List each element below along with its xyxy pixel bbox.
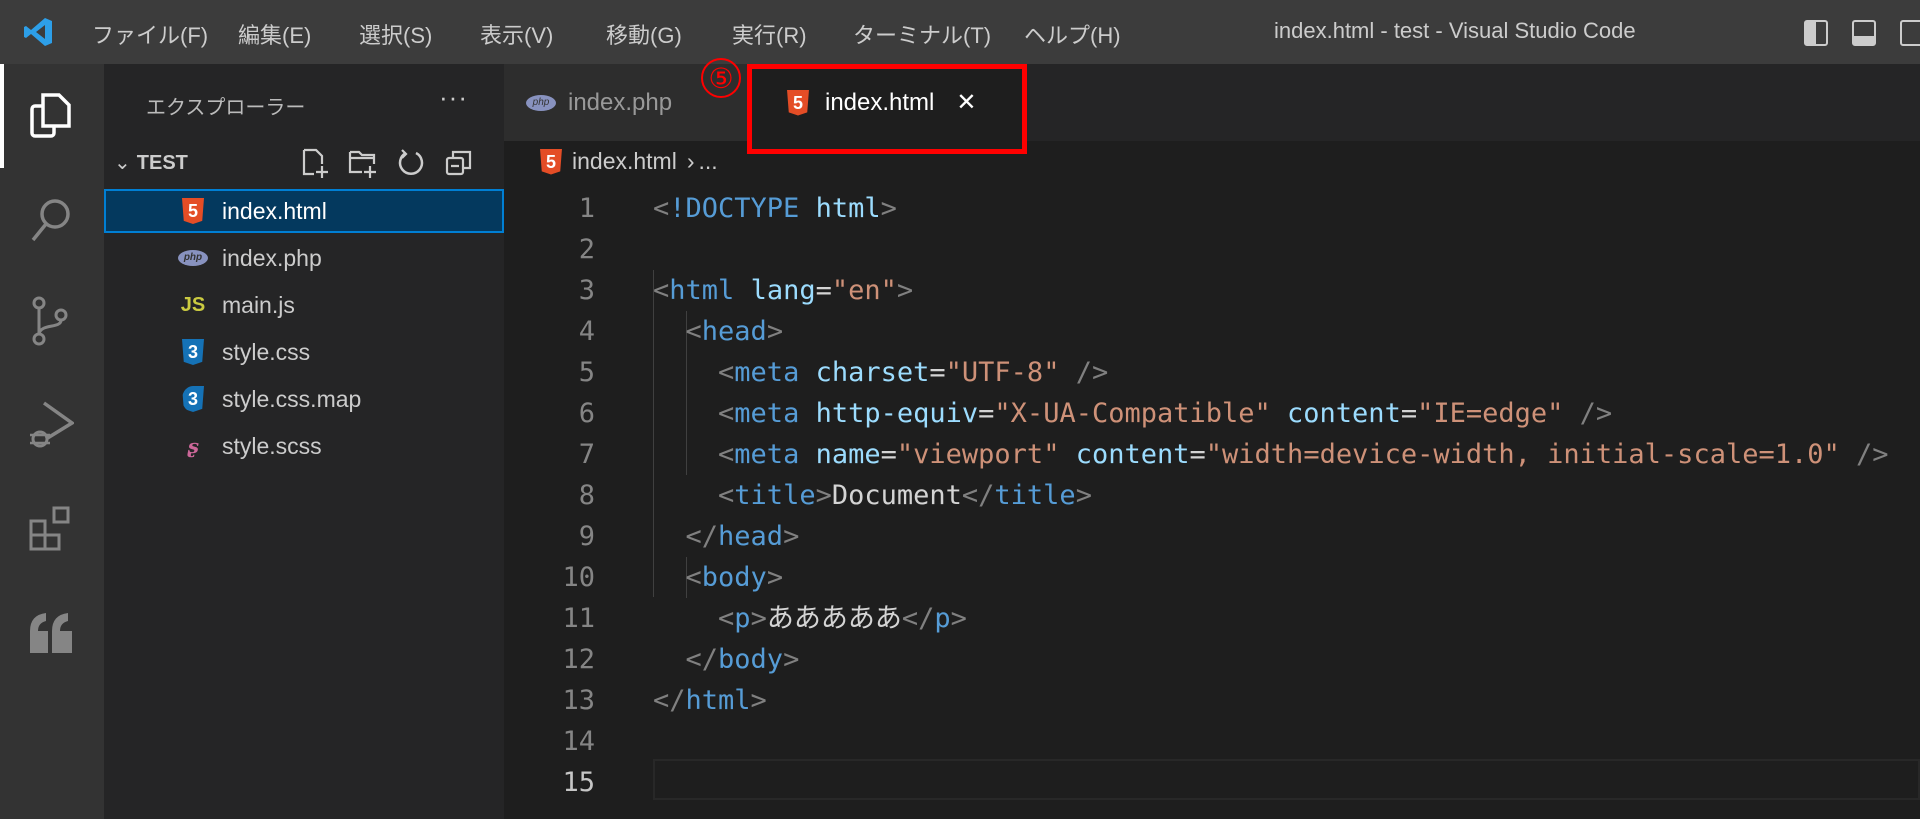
menu-help[interactable]: ヘルプ(H) bbox=[1024, 18, 1121, 50]
explorer-icon[interactable] bbox=[22, 87, 80, 145]
code-line: <head> bbox=[685, 316, 784, 347]
line-number: 1 bbox=[578, 193, 595, 224]
line-number: 13 bbox=[562, 685, 595, 716]
line-number: 6 bbox=[578, 398, 595, 429]
file-name: style.css bbox=[222, 338, 311, 365]
file-item-style-css[interactable]: 3 style.css bbox=[104, 330, 504, 374]
file-item-main-js[interactable]: JS main.js bbox=[104, 283, 504, 327]
annotation-highlight-box bbox=[747, 64, 1027, 154]
explorer-title: エクスプローラー bbox=[146, 97, 306, 119]
breadcrumb-symbols[interactable]: ... bbox=[699, 148, 718, 175]
code-line: <meta charset="UTF-8" /> bbox=[718, 357, 1109, 388]
quote-extension-icon[interactable] bbox=[22, 604, 80, 662]
folder-root-test[interactable]: ⌄ TEST bbox=[114, 150, 188, 175]
html5-icon: 5 bbox=[178, 198, 208, 224]
new-file-icon[interactable] bbox=[300, 148, 330, 178]
php-icon: php bbox=[526, 94, 556, 111]
line-number: 14 bbox=[562, 726, 595, 757]
file-name: main.js bbox=[222, 291, 295, 318]
code-line: </head> bbox=[685, 521, 800, 552]
code-line: </body> bbox=[685, 644, 800, 675]
line-number: 5 bbox=[578, 357, 595, 388]
line-number: 12 bbox=[562, 644, 595, 675]
html5-icon: 5 bbox=[540, 148, 562, 175]
file-name: style.scss bbox=[222, 432, 322, 459]
code-line: </html> bbox=[653, 685, 767, 716]
breadcrumb-file[interactable]: index.html bbox=[572, 148, 677, 175]
menu-terminal[interactable]: ターミナル(T) bbox=[853, 18, 991, 50]
toggle-secondary-sidebar-icon[interactable] bbox=[1900, 20, 1920, 46]
breadcrumb-separator: › bbox=[686, 148, 695, 174]
menu-go[interactable]: 移動(G) bbox=[606, 18, 682, 50]
breadcrumb: 5 index.html › ... bbox=[540, 148, 718, 175]
menu-edit[interactable]: 編集(E) bbox=[238, 18, 311, 50]
code-line: <meta http-equiv="X-UA-Compatible" conte… bbox=[718, 398, 1613, 429]
source-control-icon[interactable] bbox=[22, 292, 80, 350]
menu-file[interactable]: ファイル(F) bbox=[92, 18, 208, 50]
file-item-index-php[interactable]: php index.php bbox=[104, 236, 504, 280]
tab-label: index.php bbox=[568, 88, 673, 116]
folder-name: TEST bbox=[136, 152, 188, 174]
title-bar: ファイル(F) 編集(E) 選択(S) 表示(V) 移動(G) 実行(R) ター… bbox=[0, 0, 1920, 64]
line-number: 8 bbox=[578, 480, 595, 511]
sass-icon: ʂ bbox=[187, 434, 199, 458]
line-number: 4 bbox=[578, 316, 595, 347]
file-item-style-css-map[interactable]: 3 style.css.map bbox=[104, 377, 504, 421]
line-number: 11 bbox=[562, 603, 595, 634]
window-title: index.html - test - Visual Studio Code bbox=[1274, 18, 1636, 43]
chevron-down-icon: ⌄ bbox=[114, 152, 131, 174]
file-item-style-scss[interactable]: ʂ style.scss bbox=[104, 424, 504, 468]
line-number: 10 bbox=[562, 562, 595, 593]
toggle-sidebar-icon[interactable] bbox=[1804, 20, 1828, 46]
line-number: 2 bbox=[578, 234, 595, 265]
extensions-icon[interactable] bbox=[22, 500, 80, 558]
code-line: <title>Document</title> bbox=[718, 480, 1092, 511]
toggle-panel-icon[interactable] bbox=[1852, 20, 1876, 46]
line-number: 9 bbox=[578, 521, 595, 552]
search-icon[interactable] bbox=[22, 191, 80, 249]
line-number: 3 bbox=[578, 275, 595, 306]
new-folder-icon[interactable] bbox=[348, 148, 378, 178]
file-name: style.css.map bbox=[222, 385, 362, 412]
php-icon: php bbox=[178, 250, 208, 266]
code-line: <html lang="en"> bbox=[653, 275, 914, 306]
file-item-index-html[interactable]: 5 index.html bbox=[104, 189, 504, 233]
css-map-icon: 3 bbox=[178, 386, 208, 412]
code-line: <!DOCTYPE html> bbox=[653, 193, 897, 224]
refresh-icon[interactable] bbox=[396, 148, 426, 178]
file-name: index.html bbox=[222, 197, 327, 224]
menu-selection[interactable]: 選択(S) bbox=[359, 18, 432, 50]
code-line: <body> bbox=[685, 562, 784, 593]
more-actions-button[interactable]: ··· bbox=[439, 82, 468, 113]
css3-icon: 3 bbox=[178, 339, 208, 365]
code-line: <p>あああああ</p> bbox=[718, 603, 967, 634]
js-icon: JS bbox=[180, 293, 206, 316]
line-number: 7 bbox=[578, 439, 595, 470]
menu-run[interactable]: 実行(R) bbox=[732, 18, 807, 50]
run-debug-icon[interactable] bbox=[22, 396, 80, 454]
annotation-marker: ⑤ bbox=[701, 58, 741, 98]
file-name: index.php bbox=[222, 244, 322, 271]
explorer-sidebar: エクスプローラー ··· ⌄ TEST 5 index.html php index.… bbox=[104, 64, 504, 819]
collapse-all-icon[interactable] bbox=[444, 148, 474, 178]
line-number-current: 15 bbox=[562, 767, 595, 798]
activity-bar bbox=[0, 64, 104, 819]
code-line: <meta name="viewport" content="width=dev… bbox=[718, 439, 1889, 470]
vscode-logo-icon bbox=[24, 18, 52, 46]
menu-view[interactable]: 表示(V) bbox=[480, 18, 553, 50]
active-indicator bbox=[0, 64, 4, 168]
